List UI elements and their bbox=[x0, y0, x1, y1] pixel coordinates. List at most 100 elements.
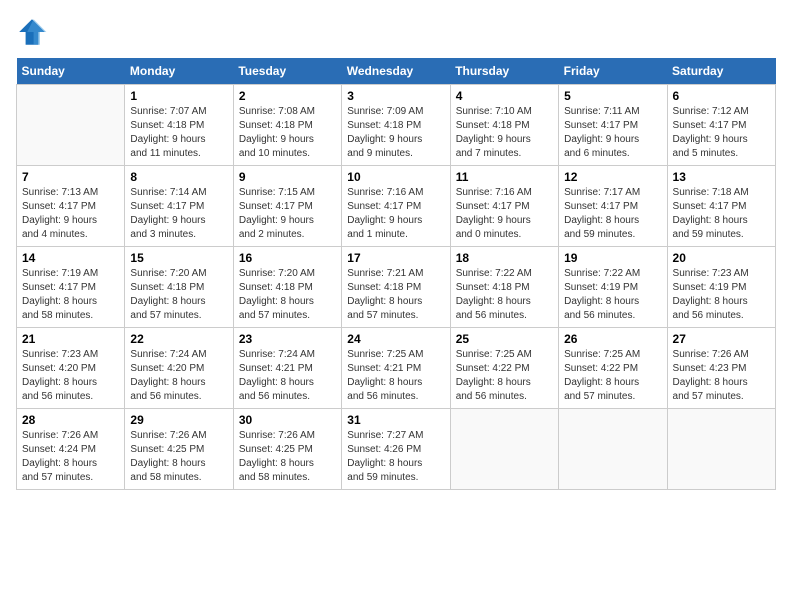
day-number: 13 bbox=[673, 170, 770, 184]
day-number: 15 bbox=[130, 251, 227, 265]
day-number: 30 bbox=[239, 413, 336, 427]
logo-icon bbox=[16, 16, 48, 48]
day-info: Sunrise: 7:25 AM Sunset: 4:22 PM Dayligh… bbox=[564, 348, 661, 404]
day-info: Sunrise: 7:16 AM Sunset: 4:17 PM Dayligh… bbox=[456, 186, 553, 242]
weekday-header-sunday: Sunday bbox=[17, 58, 125, 85]
calendar-cell: 1 Sunrise: 7:07 AM Sunset: 4:18 PM Daylig… bbox=[125, 85, 233, 166]
calendar-cell: 6 Sunrise: 7:12 AM Sunset: 4:17 PM Daylig… bbox=[667, 85, 775, 166]
calendar-cell: 13 Sunrise: 7:18 AM Sunset: 4:17 PM Dayli… bbox=[667, 166, 775, 247]
day-info: Sunrise: 7:10 AM Sunset: 4:18 PM Dayligh… bbox=[456, 105, 553, 161]
day-number: 20 bbox=[673, 251, 770, 265]
calendar-cell: 28Sunrise: 7:26 AM Sunset: 4:24 PM Dayli… bbox=[17, 409, 125, 490]
day-info: Sunrise: 7:11 AM Sunset: 4:17 PM Dayligh… bbox=[564, 105, 661, 161]
calendar-cell: 10Sunrise: 7:16 AM Sunset: 4:17 PM Dayli… bbox=[342, 166, 450, 247]
day-number: 17 bbox=[347, 251, 444, 265]
logo bbox=[16, 16, 52, 48]
day-number: 5 bbox=[564, 89, 661, 103]
day-info: Sunrise: 7:26 AM Sunset: 4:24 PM Dayligh… bbox=[22, 429, 119, 485]
day-info: Sunrise: 7:21 AM Sunset: 4:18 PM Dayligh… bbox=[347, 267, 444, 323]
day-info: Sunrise: 7:22 AM Sunset: 4:18 PM Dayligh… bbox=[456, 267, 553, 323]
calendar-cell: 29Sunrise: 7:26 AM Sunset: 4:25 PM Dayli… bbox=[125, 409, 233, 490]
day-info: Sunrise: 7:17 AM Sunset: 4:17 PM Dayligh… bbox=[564, 186, 661, 242]
day-info: Sunrise: 7:14 AM Sunset: 4:17 PM Dayligh… bbox=[130, 186, 227, 242]
day-info: Sunrise: 7:15 AM Sunset: 4:17 PM Dayligh… bbox=[239, 186, 336, 242]
day-info: Sunrise: 7:24 AM Sunset: 4:20 PM Dayligh… bbox=[130, 348, 227, 404]
weekday-header-friday: Friday bbox=[559, 58, 667, 85]
calendar-cell: 21 Sunrise: 7:23 AM Sunset: 4:20 PM Dayli… bbox=[17, 328, 125, 409]
day-number: 1 bbox=[130, 89, 227, 103]
day-info: Sunrise: 7:26 AM Sunset: 4:25 PM Dayligh… bbox=[239, 429, 336, 485]
day-number: 7 bbox=[22, 170, 119, 184]
weekday-header-wednesday: Wednesday bbox=[342, 58, 450, 85]
calendar-cell bbox=[667, 409, 775, 490]
day-number: 18 bbox=[456, 251, 553, 265]
calendar-cell: 3 Sunrise: 7:09 AM Sunset: 4:18 PM Daylig… bbox=[342, 85, 450, 166]
weekday-header-thursday: Thursday bbox=[450, 58, 558, 85]
calendar-cell: 16 Sunrise: 7:20 AM Sunset: 4:18 PM Dayli… bbox=[233, 247, 341, 328]
calendar-cell bbox=[450, 409, 558, 490]
calendar-cell: 23Sunrise: 7:24 AM Sunset: 4:21 PM Dayli… bbox=[233, 328, 341, 409]
weekday-header-monday: Monday bbox=[125, 58, 233, 85]
calendar-cell: 12 Sunrise: 7:17 AM Sunset: 4:17 PM Dayli… bbox=[559, 166, 667, 247]
weekday-header-saturday: Saturday bbox=[667, 58, 775, 85]
calendar-cell: 18 Sunrise: 7:22 AM Sunset: 4:18 PM Dayli… bbox=[450, 247, 558, 328]
day-number: 3 bbox=[347, 89, 444, 103]
calendar-cell: 20 Sunrise: 7:23 AM Sunset: 4:19 PM Dayli… bbox=[667, 247, 775, 328]
calendar-cell: 15 Sunrise: 7:20 AM Sunset: 4:18 PM Dayli… bbox=[125, 247, 233, 328]
day-number: 8 bbox=[130, 170, 227, 184]
day-info: Sunrise: 7:19 AM Sunset: 4:17 PM Dayligh… bbox=[22, 267, 119, 323]
day-number: 27 bbox=[673, 332, 770, 346]
calendar-cell: 9 Sunrise: 7:15 AM Sunset: 4:17 PM Daylig… bbox=[233, 166, 341, 247]
day-number: 26 bbox=[564, 332, 661, 346]
day-number: 9 bbox=[239, 170, 336, 184]
header bbox=[16, 16, 776, 48]
day-number: 2 bbox=[239, 89, 336, 103]
calendar-cell: 31Sunrise: 7:27 AM Sunset: 4:26 PM Dayli… bbox=[342, 409, 450, 490]
calendar-cell: 4 Sunrise: 7:10 AM Sunset: 4:18 PM Daylig… bbox=[450, 85, 558, 166]
calendar-cell: 8 Sunrise: 7:14 AM Sunset: 4:17 PM Daylig… bbox=[125, 166, 233, 247]
day-info: Sunrise: 7:20 AM Sunset: 4:18 PM Dayligh… bbox=[130, 267, 227, 323]
day-number: 22 bbox=[130, 332, 227, 346]
calendar-cell: 24Sunrise: 7:25 AM Sunset: 4:21 PM Dayli… bbox=[342, 328, 450, 409]
day-info: Sunrise: 7:24 AM Sunset: 4:21 PM Dayligh… bbox=[239, 348, 336, 404]
day-number: 21 bbox=[22, 332, 119, 346]
day-info: Sunrise: 7:16 AM Sunset: 4:17 PM Dayligh… bbox=[347, 186, 444, 242]
calendar-table: SundayMondayTuesdayWednesdayThursdayFrid… bbox=[16, 58, 776, 490]
day-number: 16 bbox=[239, 251, 336, 265]
calendar-cell: 14 Sunrise: 7:19 AM Sunset: 4:17 PM Dayli… bbox=[17, 247, 125, 328]
week-row-0: 1 Sunrise: 7:07 AM Sunset: 4:18 PM Daylig… bbox=[17, 85, 776, 166]
week-row-4: 28Sunrise: 7:26 AM Sunset: 4:24 PM Dayli… bbox=[17, 409, 776, 490]
calendar-cell: 25Sunrise: 7:25 AM Sunset: 4:22 PM Dayli… bbox=[450, 328, 558, 409]
calendar-cell: 22 Sunrise: 7:24 AM Sunset: 4:20 PM Dayli… bbox=[125, 328, 233, 409]
day-info: Sunrise: 7:26 AM Sunset: 4:25 PM Dayligh… bbox=[130, 429, 227, 485]
weekday-header-row: SundayMondayTuesdayWednesdayThursdayFrid… bbox=[17, 58, 776, 85]
calendar-cell: 11 Sunrise: 7:16 AM Sunset: 4:17 PM Dayli… bbox=[450, 166, 558, 247]
calendar-cell: 19Sunrise: 7:22 AM Sunset: 4:19 PM Dayli… bbox=[559, 247, 667, 328]
calendar-cell: 27 Sunrise: 7:26 AM Sunset: 4:23 PM Dayli… bbox=[667, 328, 775, 409]
day-info: Sunrise: 7:13 AM Sunset: 4:17 PM Dayligh… bbox=[22, 186, 119, 242]
day-number: 14 bbox=[22, 251, 119, 265]
day-info: Sunrise: 7:23 AM Sunset: 4:19 PM Dayligh… bbox=[673, 267, 770, 323]
day-info: Sunrise: 7:08 AM Sunset: 4:18 PM Dayligh… bbox=[239, 105, 336, 161]
day-number: 6 bbox=[673, 89, 770, 103]
day-info: Sunrise: 7:26 AM Sunset: 4:23 PM Dayligh… bbox=[673, 348, 770, 404]
day-info: Sunrise: 7:23 AM Sunset: 4:20 PM Dayligh… bbox=[22, 348, 119, 404]
day-number: 11 bbox=[456, 170, 553, 184]
day-info: Sunrise: 7:07 AM Sunset: 4:18 PM Dayligh… bbox=[130, 105, 227, 161]
day-info: Sunrise: 7:18 AM Sunset: 4:17 PM Dayligh… bbox=[673, 186, 770, 242]
day-info: Sunrise: 7:22 AM Sunset: 4:19 PM Dayligh… bbox=[564, 267, 661, 323]
day-info: Sunrise: 7:12 AM Sunset: 4:17 PM Dayligh… bbox=[673, 105, 770, 161]
weekday-header-tuesday: Tuesday bbox=[233, 58, 341, 85]
day-info: Sunrise: 7:09 AM Sunset: 4:18 PM Dayligh… bbox=[347, 105, 444, 161]
calendar-cell: 30 Sunrise: 7:26 AM Sunset: 4:25 PM Dayli… bbox=[233, 409, 341, 490]
day-info: Sunrise: 7:20 AM Sunset: 4:18 PM Dayligh… bbox=[239, 267, 336, 323]
calendar-cell bbox=[17, 85, 125, 166]
day-number: 4 bbox=[456, 89, 553, 103]
day-number: 12 bbox=[564, 170, 661, 184]
day-number: 25 bbox=[456, 332, 553, 346]
week-row-2: 14 Sunrise: 7:19 AM Sunset: 4:17 PM Dayli… bbox=[17, 247, 776, 328]
day-info: Sunrise: 7:27 AM Sunset: 4:26 PM Dayligh… bbox=[347, 429, 444, 485]
calendar-cell bbox=[559, 409, 667, 490]
day-number: 24 bbox=[347, 332, 444, 346]
calendar-cell: 2 Sunrise: 7:08 AM Sunset: 4:18 PM Daylig… bbox=[233, 85, 341, 166]
